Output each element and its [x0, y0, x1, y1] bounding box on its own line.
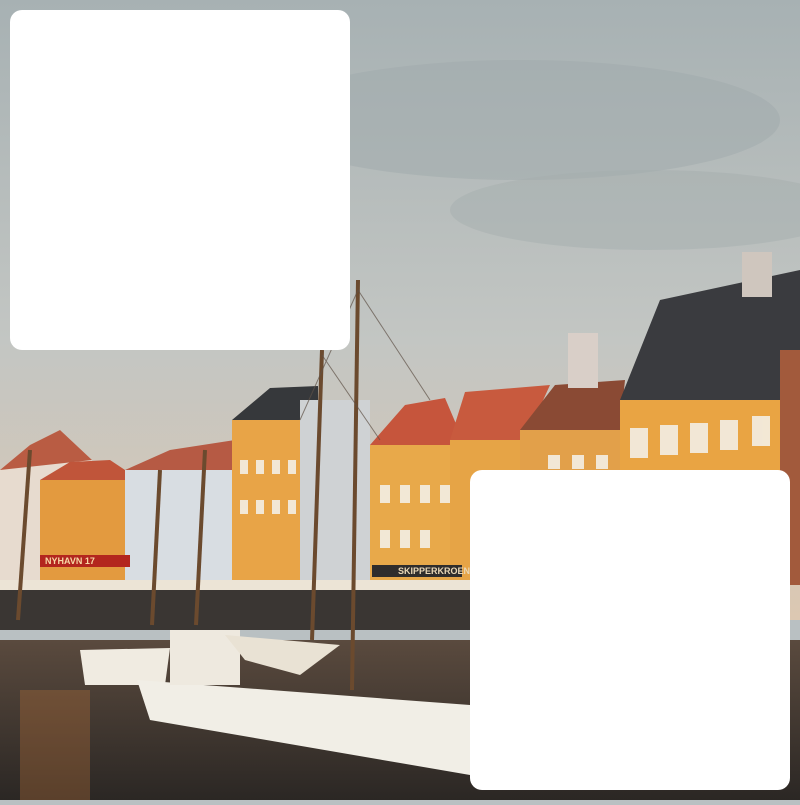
red-sign: NYHAVN 17: [45, 556, 95, 566]
top-overlay-card: [10, 10, 350, 350]
quay-crowd: [0, 585, 470, 630]
bottom-overlay-card: [470, 470, 790, 790]
shop-sign: SKIPPERKROEN: [398, 566, 470, 576]
yellow-building-left: [232, 386, 370, 585]
